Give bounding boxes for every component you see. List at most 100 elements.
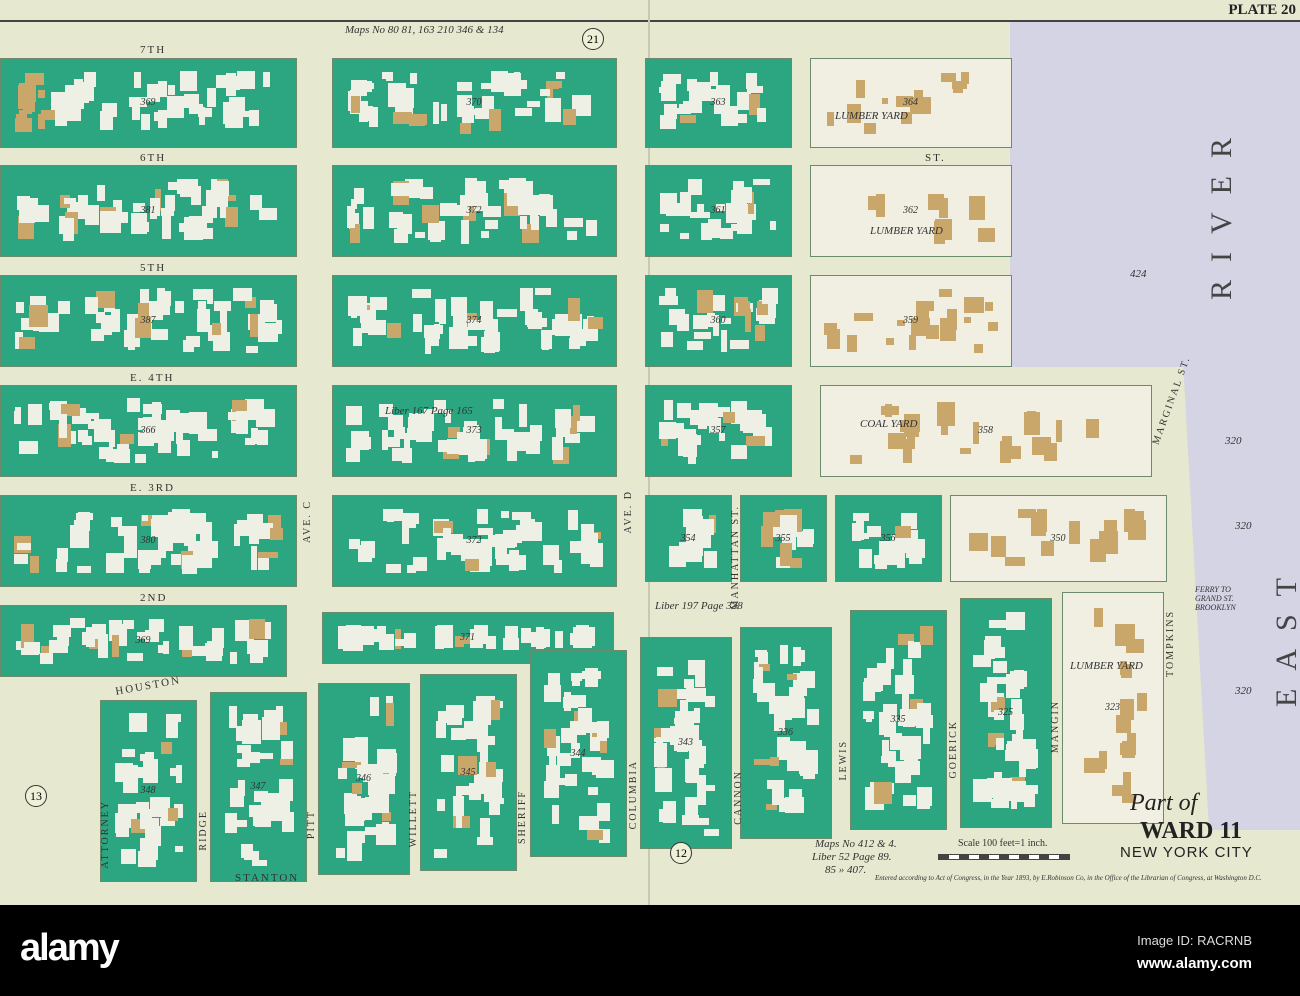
building-lot [1136, 693, 1147, 712]
building-lot [142, 403, 162, 415]
building-lot [585, 668, 598, 687]
street-columbia: COLUMBIA [628, 760, 639, 830]
building-lot [484, 219, 498, 230]
building-lot [527, 318, 547, 327]
building-lot [492, 398, 505, 410]
building-lot [240, 110, 255, 117]
building-lot [369, 790, 389, 813]
city-block: 369 [0, 58, 297, 148]
building-lot [897, 549, 906, 568]
building-lot [140, 811, 152, 830]
street-willett: WILLETT [408, 790, 419, 848]
building-lot [566, 694, 586, 707]
building-lot [435, 626, 445, 650]
building-lot [729, 339, 749, 349]
building-lot [179, 71, 197, 91]
block-number: 359 [903, 315, 918, 326]
alamy-url[interactable]: www.alamy.com [1137, 955, 1252, 972]
building-lot [19, 109, 27, 125]
building-lot [697, 290, 713, 313]
building-lot [1094, 608, 1104, 628]
building-lot [122, 778, 138, 794]
building-lot [236, 745, 251, 753]
building-lot [423, 325, 437, 338]
building-lot [917, 702, 931, 724]
building-lot [881, 97, 889, 105]
building-lot [555, 631, 564, 648]
building-lot [515, 525, 523, 543]
building-lot [391, 183, 412, 196]
building-lot [866, 526, 881, 537]
maps-reference-bottom-1: Maps No 412 & 4. [815, 838, 897, 850]
building-lot [408, 417, 415, 437]
block-number: 323 [1105, 702, 1120, 713]
title-city: NEW YORK CITY [1120, 844, 1253, 861]
city-block: 355 [740, 495, 827, 582]
building-lot [96, 185, 106, 202]
block-number: 344 [570, 747, 586, 759]
city-block: 357 [645, 385, 792, 477]
building-lot [960, 72, 970, 85]
building-lot [433, 849, 447, 858]
street-e3rd: E. 3RD [130, 482, 175, 494]
building-lot [909, 541, 923, 564]
title-ward: WARD 11 [1140, 818, 1243, 844]
block-number: 343 [678, 737, 693, 748]
building-lot [252, 639, 268, 657]
building-lot [359, 437, 371, 450]
building-lot [1126, 639, 1145, 654]
block-number: 346 [356, 773, 371, 784]
block-number: 347 [250, 781, 266, 792]
building-lot [533, 195, 554, 214]
building-lot [687, 341, 703, 351]
building-lot [402, 447, 413, 463]
building-lot [907, 433, 916, 450]
building-lot [1037, 509, 1047, 532]
building-lot [112, 635, 120, 658]
building-lot [513, 72, 521, 82]
building-lot [684, 758, 700, 783]
building-lot [987, 321, 998, 332]
building-lot [901, 736, 921, 759]
building-lot [686, 687, 707, 702]
building-lot [963, 296, 984, 313]
street-e4th: E. 4TH [130, 372, 175, 384]
building-lot [211, 323, 222, 335]
building-lot [370, 697, 380, 716]
building-lot [688, 659, 706, 675]
building-lot [359, 81, 372, 92]
building-lot [412, 313, 423, 333]
building-lot [402, 513, 419, 524]
building-lot [139, 289, 150, 304]
building-lot [370, 297, 388, 311]
building-lot [206, 288, 214, 304]
building-lot [940, 426, 948, 436]
building-lot [803, 528, 814, 545]
building-lot [488, 109, 502, 132]
building-lot [212, 628, 225, 648]
building-lot [569, 540, 588, 554]
building-lot [693, 707, 700, 723]
building-lot [84, 297, 99, 314]
building-lot [551, 437, 564, 460]
building-lot [590, 542, 604, 567]
building-lot [588, 786, 599, 796]
building-lot [83, 71, 97, 88]
building-lot [992, 660, 1007, 673]
building-lot [927, 193, 944, 210]
block-number: 387 [140, 315, 156, 326]
building-lot [96, 290, 115, 308]
building-lot [236, 411, 248, 434]
building-lot [262, 72, 270, 87]
building-lot [382, 811, 391, 821]
city-block: 354 [645, 495, 732, 582]
building-lot [392, 448, 402, 462]
building-lot [807, 709, 819, 726]
block-number: 381 [140, 205, 156, 216]
building-lot [127, 653, 144, 662]
city-block: 347 [210, 692, 307, 882]
building-lot [483, 330, 496, 353]
building-lot [343, 737, 360, 761]
street-goerick: GOERICK [948, 720, 959, 779]
building-lot [530, 632, 550, 647]
